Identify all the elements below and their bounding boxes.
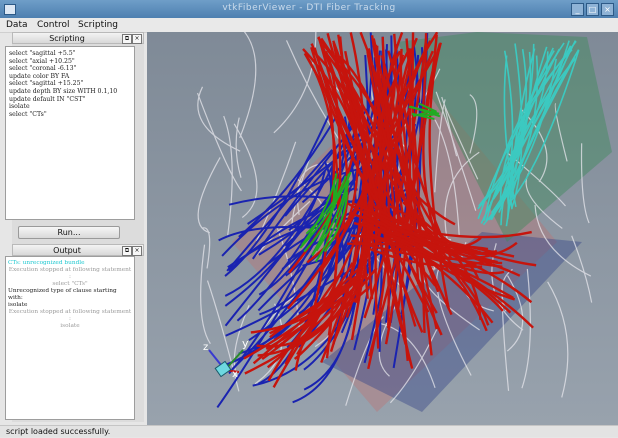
output-line: Execution stopped at following statement…: [8, 309, 132, 322]
x-axis-label: x: [232, 369, 238, 380]
output-dock-header: Output ⧉ ×: [12, 244, 144, 256]
window-controls: _ □ ×: [571, 3, 614, 16]
menu-scripting[interactable]: Scripting: [78, 20, 118, 30]
status-text: script loaded successfully.: [6, 427, 111, 436]
output-line: isolate: [60, 323, 80, 329]
output-line: isolate: [8, 302, 28, 308]
script-line: select "sagittal +15.25": [9, 80, 84, 88]
window-title: vtkFiberViewer - DTI Fiber Tracking: [222, 3, 396, 13]
output-line: Unrecognized type of clause starting wit…: [8, 288, 117, 301]
script-line: select "sagittal +5.5": [9, 50, 76, 57]
output-log: CTs: unrecognized bundle Execution stoppe…: [5, 256, 135, 420]
fiber-tract-render: z y x: [147, 32, 618, 425]
script-line: update color BY FA: [9, 72, 70, 80]
menubar: Data Control Scripting: [0, 18, 618, 33]
minimize-icon[interactable]: _: [571, 3, 584, 16]
script-line: select "CTs": [9, 110, 47, 118]
status-bar: script loaded successfully.: [0, 425, 618, 437]
green-fiber: [421, 113, 434, 117]
close-icon[interactable]: ×: [132, 34, 142, 44]
float-icon[interactable]: ⧉: [122, 246, 132, 256]
output-line: Execution stopped at following statement…: [8, 267, 132, 280]
output-dock-title: Output: [53, 246, 81, 255]
z-axis-label: z: [203, 342, 208, 353]
output-line: select "CTs": [52, 281, 88, 287]
maximize-icon[interactable]: □: [586, 3, 599, 16]
script-editor[interactable]: select "sagittal +5.5" select "axial +10.…: [5, 46, 135, 220]
close-icon[interactable]: ×: [132, 246, 142, 256]
scripting-dock-header: Scripting ⧉ ×: [12, 32, 144, 44]
output-line: CTs: unrecognized bundle: [8, 260, 85, 266]
close-icon[interactable]: ×: [601, 3, 614, 16]
script-line: select "coronal -6.13": [9, 65, 77, 73]
script-line: update depth BY size WITH 0.1,10: [9, 87, 118, 95]
scripting-dock-title: Scripting: [49, 34, 85, 43]
run-button[interactable]: Run...: [18, 226, 120, 239]
float-icon[interactable]: ⧉: [122, 34, 132, 44]
menu-data[interactable]: Data: [6, 20, 28, 30]
y-axis-label: y: [242, 337, 249, 350]
menu-control[interactable]: Control: [37, 20, 70, 30]
script-line: update default IN "CST": [9, 95, 86, 103]
script-line: select "axial +10.25": [9, 57, 75, 65]
3d-render-viewport[interactable]: z y x: [147, 32, 618, 425]
window-titlebar: vtkFiberViewer - DTI Fiber Tracking _ □ …: [0, 0, 618, 18]
script-line: isolate: [9, 103, 30, 111]
